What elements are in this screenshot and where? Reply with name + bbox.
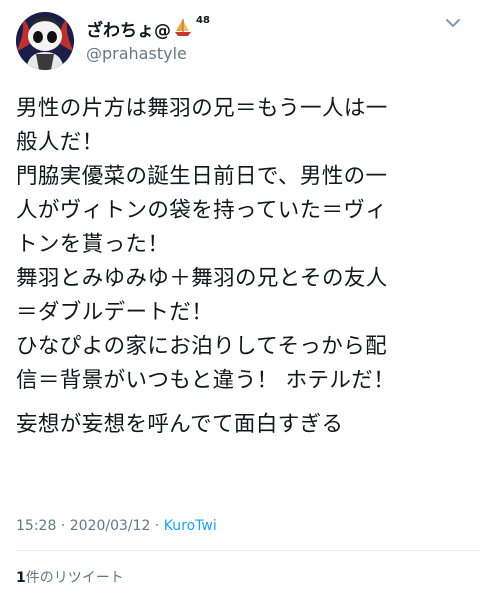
badge-count: 48 xyxy=(196,14,210,26)
tweet-time: 15:28 xyxy=(16,518,57,534)
meta-separator: · xyxy=(150,518,164,534)
tweet-line: 妄想が妄想を呼んでて面白すぎる xyxy=(16,412,344,437)
retweet-count[interactable]: 1件のリツイート xyxy=(16,567,124,587)
source-app-link[interactable]: KuroTwi xyxy=(164,518,217,534)
avatar[interactable] xyxy=(16,12,74,70)
tweet-line: 人がヴィトンの袋を持っていた＝ヴィ xyxy=(16,198,388,223)
retweet-number: 1 xyxy=(16,570,26,586)
tweet-line: 男性の片方は舞羽の兄＝もう一人は一 xyxy=(16,96,388,121)
tweet-line: トンを貰った！ xyxy=(16,232,170,257)
tweet-header: ざわちょ@ 48 @prahastyle xyxy=(16,12,464,72)
tweet-line: 舞羽とみゆみゆ＋舞羽の兄とその友人 xyxy=(16,266,388,291)
tweet-line: 信＝背景がいつもと違う！ ホテルだ！ xyxy=(16,368,396,393)
tweet-line: ひなぴよの家にお泊りしてそっから配 xyxy=(16,334,388,359)
display-name[interactable]: ざわちょ@ xyxy=(86,16,171,41)
tweet-line: 門脇実優菜の誕生日前日で、男性の一 xyxy=(16,164,388,189)
sailboat-icon xyxy=(175,19,191,36)
tweet-line: 般人だ！ xyxy=(16,130,104,155)
retweet-label: 件のリツイート xyxy=(25,570,124,586)
tweet-line: ＝ダブルデートだ！ xyxy=(16,300,214,325)
avatar-image xyxy=(16,12,74,70)
user-handle[interactable]: @prahastyle xyxy=(86,44,187,63)
tweet-meta: 15:28 · 2020/03/12 · KuroTwi xyxy=(16,518,217,534)
divider xyxy=(16,550,480,551)
tweet-date: 2020/03/12 xyxy=(69,518,151,534)
tweet-text: 男性の片方は舞羽の兄＝もう一人は一 般人だ！ 門脇実優菜の誕生日前日で、男性の一… xyxy=(16,92,476,442)
name-row: ざわちょ@ 48 xyxy=(86,14,210,41)
meta-separator: · xyxy=(56,518,70,534)
chevron-down-icon[interactable] xyxy=(444,14,462,32)
